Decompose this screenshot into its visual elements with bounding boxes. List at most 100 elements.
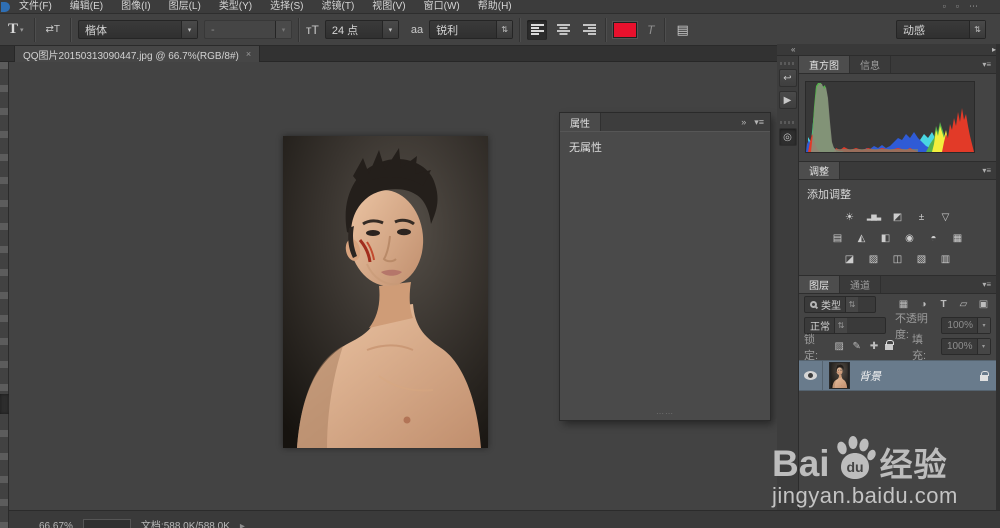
filter-type-icon[interactable]: T bbox=[936, 299, 951, 310]
font-size-select[interactable]: 24 点 ▾ bbox=[324, 20, 399, 39]
document-image[interactable] bbox=[281, 134, 490, 450]
menu-type[interactable]: 类型(Y) bbox=[210, 0, 261, 14]
app-logo-icon bbox=[1, 1, 10, 12]
chevron-down-icon: ▾ bbox=[381, 21, 398, 38]
tab-histogram[interactable]: 直方图 bbox=[799, 56, 850, 73]
menu-file[interactable]: 文件(F) bbox=[10, 0, 61, 14]
tab-channels[interactable]: 通道 bbox=[840, 276, 881, 293]
align-center-button[interactable] bbox=[553, 20, 573, 40]
menu-help[interactable]: 帮助(H) bbox=[469, 0, 521, 14]
levels-icon[interactable]: ▂▆▃ bbox=[865, 210, 883, 225]
invert-icon[interactable]: ◪ bbox=[841, 252, 859, 267]
document-title: QQ图片20150313090447.jpg @ 66.7%(RGB/8#) bbox=[23, 50, 239, 62]
menu-select[interactable]: 选择(S) bbox=[261, 0, 312, 14]
filter-adjustment-icon[interactable]: ◑ bbox=[916, 299, 931, 310]
selective-color-icon[interactable]: ▥ bbox=[937, 252, 955, 267]
layer-filter-select[interactable]: 类型 ⇅ bbox=[804, 296, 876, 313]
collapse-dock-icon[interactable]: « bbox=[777, 45, 795, 54]
lock-position-icon[interactable]: ✚ bbox=[868, 341, 880, 352]
tab-properties[interactable]: 属性 bbox=[560, 113, 601, 131]
zoom-input[interactable] bbox=[82, 519, 131, 528]
tab-layers[interactable]: 图层 bbox=[799, 276, 840, 293]
panel-menu-icon[interactable]: ▾≡ bbox=[982, 56, 996, 73]
fill-value: 100% bbox=[946, 341, 973, 352]
more-controls-button[interactable]: ⋯ bbox=[969, 1, 978, 12]
posterize-icon[interactable]: ▨ bbox=[865, 252, 883, 267]
color-balance-icon[interactable]: ◭ bbox=[853, 231, 871, 246]
menu-image[interactable]: 图像(I) bbox=[112, 0, 159, 14]
black-white-icon[interactable]: ◧ bbox=[877, 231, 895, 246]
filter-pixel-icon[interactable]: ▦ bbox=[896, 299, 911, 310]
font-family-select[interactable]: 楷体 ▾ bbox=[78, 20, 199, 39]
panel-menu-icon[interactable]: ▾≡ bbox=[982, 162, 996, 179]
tab-adjustments[interactable]: 调整 bbox=[799, 162, 840, 179]
type-tool-button[interactable]: T ▾ bbox=[4, 19, 28, 40]
warp-text-button[interactable]: T bbox=[643, 21, 658, 39]
updown-arrows-icon: ⇅ bbox=[969, 21, 985, 38]
history-panel-icon[interactable]: ↩ bbox=[778, 69, 797, 87]
document-tab[interactable]: QQ图片20150313090447.jpg @ 66.7%(RGB/8#) × bbox=[14, 46, 261, 62]
font-size-icon: тT bbox=[306, 22, 319, 37]
panel-resize-grip[interactable]: ⋯⋯ bbox=[656, 409, 674, 418]
align-right-button[interactable] bbox=[579, 20, 599, 40]
toggle-character-panel-button[interactable]: ▤ bbox=[672, 20, 692, 40]
panel-menu-icon[interactable]: ▾≡ bbox=[754, 117, 764, 128]
color-lookup-icon[interactable]: ▦ bbox=[949, 231, 967, 246]
tab-info[interactable]: 信息 bbox=[850, 56, 891, 73]
menu-filter[interactable]: 滤镜(T) bbox=[313, 0, 364, 14]
text-orientation-toggle[interactable]: ⇄T bbox=[42, 22, 65, 37]
tools-panel[interactable] bbox=[0, 62, 9, 528]
restore-button[interactable]: ▫ bbox=[956, 1, 959, 12]
dock-drag-dots[interactable] bbox=[779, 121, 796, 124]
hue-saturation-icon[interactable]: ▤ bbox=[829, 231, 847, 246]
properties-panel-header[interactable]: 属性 » ▾≡ bbox=[560, 113, 770, 131]
properties-panel-icon[interactable]: ◎ bbox=[778, 128, 797, 146]
menu-layer[interactable]: 图层(L) bbox=[160, 0, 210, 14]
menu-bar: 文件(F) 编辑(E) 图像(I) 图层(L) 类型(Y) 选择(S) 滤镜(T… bbox=[0, 0, 1000, 14]
align-left-button[interactable] bbox=[527, 19, 548, 40]
channel-mixer-icon[interactable]: ◓ bbox=[925, 231, 943, 246]
workspace-value: 动感 bbox=[903, 24, 925, 37]
opacity-select[interactable]: 100% ▾ bbox=[941, 317, 991, 334]
lock-transparent-icon[interactable]: ▨ bbox=[833, 341, 845, 352]
status-menu-arrow-icon[interactable]: ▸ bbox=[240, 521, 245, 528]
lock-label: 锁定: bbox=[804, 333, 819, 362]
threshold-icon[interactable]: ◫ bbox=[889, 252, 907, 267]
actions-panel-icon[interactable]: ▶ bbox=[778, 91, 797, 109]
panel-menu-icon[interactable]: ▾≡ bbox=[982, 276, 996, 293]
align-left-icon bbox=[530, 24, 544, 35]
dock-drag-dots[interactable] bbox=[779, 62, 796, 65]
layer-visibility-toggle[interactable] bbox=[799, 361, 823, 390]
filter-smart-object-icon[interactable]: ▣ bbox=[976, 299, 991, 310]
divider bbox=[298, 17, 301, 42]
properties-empty-text: 无属性 bbox=[560, 131, 770, 162]
menu-edit[interactable]: 编辑(E) bbox=[61, 0, 112, 14]
fill-select[interactable]: 100% ▾ bbox=[940, 338, 991, 355]
font-size-value: 24 点 bbox=[331, 24, 359, 37]
exposure-icon[interactable]: ± bbox=[913, 210, 931, 225]
layer-row-background[interactable]: 背景 bbox=[799, 360, 996, 391]
brightness-contrast-icon[interactable]: ☀ bbox=[841, 210, 859, 225]
collapse-panel-icon[interactable]: » bbox=[741, 117, 746, 128]
layer-name[interactable]: 背景 bbox=[859, 368, 881, 384]
close-icon[interactable]: × bbox=[246, 49, 251, 59]
anti-alias-select[interactable]: 锐利 ⇅ bbox=[429, 20, 514, 39]
window-controls: ▫ ▫ ⋯ bbox=[943, 1, 978, 12]
align-center-icon bbox=[556, 24, 570, 35]
photo-filter-icon[interactable]: ◉ bbox=[901, 231, 919, 246]
layer-thumbnail[interactable] bbox=[829, 362, 850, 389]
minimize-button[interactable]: ▫ bbox=[943, 1, 946, 12]
filter-shape-icon[interactable]: ▱ bbox=[956, 299, 971, 310]
workspace-select[interactable]: 动感 ⇅ bbox=[896, 20, 986, 39]
lock-pixels-icon[interactable]: ✎ bbox=[850, 341, 862, 352]
vibrance-icon[interactable]: ▽ bbox=[937, 210, 955, 225]
photoshop-window: 文件(F) 编辑(E) 图像(I) 图层(L) 类型(Y) 选择(S) 滤镜(T… bbox=[0, 0, 1000, 528]
lock-all-icon[interactable] bbox=[885, 339, 894, 350]
gradient-map-icon[interactable]: ▧ bbox=[913, 252, 931, 267]
menu-window[interactable]: 窗口(W) bbox=[415, 0, 469, 14]
text-color-swatch[interactable] bbox=[613, 21, 638, 38]
curves-icon[interactable]: ◩ bbox=[889, 210, 907, 225]
fill-label: 填充: bbox=[911, 333, 927, 362]
menu-view[interactable]: 视图(V) bbox=[363, 0, 414, 14]
properties-panel[interactable]: 属性 » ▾≡ 无属性 ⋯⋯ bbox=[560, 113, 770, 420]
